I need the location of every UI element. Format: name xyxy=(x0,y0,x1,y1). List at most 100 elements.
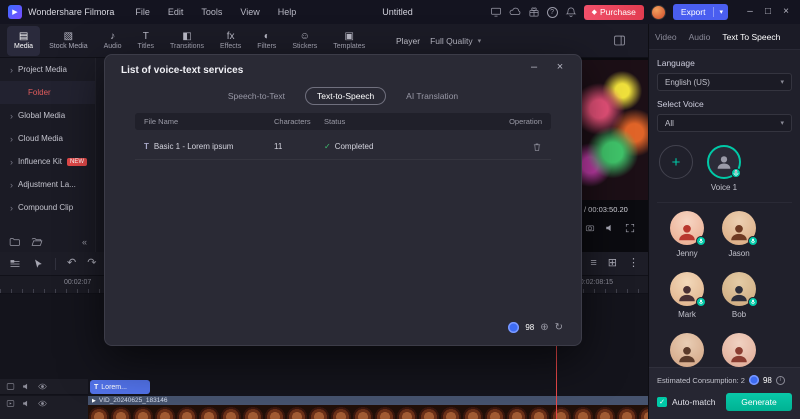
tab-templates[interactable]: ▣ Templates xyxy=(326,26,372,56)
divider xyxy=(55,258,56,270)
auto-match-label: Auto-match xyxy=(672,397,715,407)
person-icon xyxy=(676,343,698,365)
voice-jason[interactable]: Jason xyxy=(713,211,765,258)
panel-layout-icon[interactable] xyxy=(613,34,626,47)
templates-icon: ▣ xyxy=(344,31,353,42)
language-dropdown[interactable]: English (US) ▾ xyxy=(657,73,792,91)
undo-icon[interactable]: ↶ xyxy=(67,258,76,269)
open-folder-icon[interactable] xyxy=(31,236,43,248)
filmora-logo-icon: ▶ xyxy=(8,5,22,19)
notification-bell-icon[interactable] xyxy=(565,6,577,18)
check-icon: ✓ xyxy=(324,142,331,151)
voice-mark[interactable]: Mark xyxy=(661,272,713,319)
titlebar: ▶ Wondershare Filmora File Edit Tools Vi… xyxy=(0,0,800,24)
voice-partial-1[interactable] xyxy=(661,333,713,367)
help-icon[interactable]: ? xyxy=(547,7,558,18)
dialog-minimize-icon[interactable]: – xyxy=(527,61,541,73)
tab-video[interactable]: Video xyxy=(649,24,683,49)
menu-help[interactable]: Help xyxy=(269,0,306,24)
voice-partial-2[interactable] xyxy=(713,333,765,367)
text-clip[interactable]: T Lorem... xyxy=(90,380,150,394)
filmora-app: ▶ Wondershare Filmora File Edit Tools Vi… xyxy=(0,0,800,419)
tab-ai-translation[interactable]: AI Translation xyxy=(394,87,470,105)
timeline-more-icon[interactable]: ⋮ xyxy=(628,258,639,269)
close-button[interactable]: × xyxy=(777,0,795,24)
sidebar-item-project-media[interactable]: › Project Media xyxy=(0,58,95,81)
video-clip[interactable]: ▶ VID_20240625_183146 xyxy=(88,396,648,419)
selected-voice[interactable]: Voice 1 xyxy=(707,145,741,192)
layout-icon[interactable] xyxy=(490,6,502,18)
voice-filter-dropdown[interactable]: All ▾ xyxy=(657,114,792,132)
chevron-right-icon: › xyxy=(10,203,13,213)
chevron-down-icon: ▾ xyxy=(780,78,784,86)
menu-file[interactable]: File xyxy=(126,0,159,24)
new-folder-icon[interactable] xyxy=(9,236,21,248)
maximize-button[interactable]: □ xyxy=(759,0,777,24)
auto-match-checkbox[interactable]: ✓ xyxy=(657,397,667,407)
credits-coin-icon xyxy=(749,375,759,385)
add-voice-button[interactable]: + xyxy=(659,145,693,179)
sidebar-item-adjustment-layer[interactable]: › Adjustment La... xyxy=(0,173,95,196)
track-manager-icon[interactable] xyxy=(9,258,21,270)
delete-icon[interactable] xyxy=(532,142,542,152)
menu-view[interactable]: View xyxy=(231,0,268,24)
tab-media[interactable]: ▤ Media xyxy=(7,26,40,56)
voice-jenny[interactable]: Jenny xyxy=(661,211,713,258)
sidebar-item-cloud-media[interactable]: › Cloud Media xyxy=(0,127,95,150)
refresh-icon[interactable]: ↻ xyxy=(555,322,563,333)
fullscreen-icon[interactable] xyxy=(625,223,635,233)
menu-tools[interactable]: Tools xyxy=(192,0,231,24)
status-text: Completed xyxy=(335,142,374,151)
tab-audio-panel[interactable]: Audio xyxy=(683,24,717,49)
select-voice-label: Select Voice xyxy=(657,99,792,109)
purchase-button[interactable]: ◆ Purchase xyxy=(584,5,644,20)
speaker-icon[interactable] xyxy=(605,223,615,233)
tab-stickers[interactable]: ☺ Stickers xyxy=(285,26,324,56)
table-row[interactable]: T Basic 1 - Lorem ipsum 11 ✓ Completed xyxy=(135,134,551,160)
preview-video[interactable] xyxy=(580,60,648,200)
mute-icon xyxy=(22,382,31,391)
redo-icon[interactable]: ↷ xyxy=(87,258,96,269)
tab-speech-to-text[interactable]: Speech-to-Text xyxy=(216,87,297,105)
quality-dropdown[interactable]: Full Quality ▾ xyxy=(430,36,481,46)
user-avatar[interactable] xyxy=(651,5,666,20)
minimize-button[interactable]: – xyxy=(741,0,759,24)
generate-button[interactable]: Generate xyxy=(726,393,792,411)
timeline-menu-icon[interactable]: ≡ xyxy=(590,258,596,269)
mic-badge-icon xyxy=(748,236,758,246)
app-name: Wondershare Filmora xyxy=(28,7,114,17)
tab-transitions[interactable]: ◧ Transitions xyxy=(163,26,211,56)
tab-titles[interactable]: T Titles xyxy=(131,26,161,56)
new-badge: NEW xyxy=(67,158,87,166)
tab-text-to-speech-dialog[interactable]: Text-to-Speech xyxy=(305,87,386,105)
sidebar-item-global-media[interactable]: › Global Media xyxy=(0,104,95,127)
visibility-icon xyxy=(38,399,47,408)
tab-filters[interactable]: ◐ Filters xyxy=(250,26,283,56)
voice-bob[interactable]: Bob xyxy=(713,272,765,319)
cloud-icon[interactable] xyxy=(509,6,521,18)
pointer-tool-icon[interactable] xyxy=(32,258,44,270)
chevron-down-icon: ▾ xyxy=(478,37,482,45)
tab-audio[interactable]: ♪ Audio xyxy=(97,26,129,56)
gift-icon[interactable] xyxy=(528,6,540,18)
info-icon[interactable]: i xyxy=(776,376,785,385)
sidebar-item-folder[interactable]: Folder xyxy=(0,81,95,104)
asset-toolbar: ▤ Media ▧ Stock Media ♪ Audio T Titles ◧… xyxy=(0,24,648,58)
video-clip-header: ▶ VID_20240625_183146 xyxy=(88,396,648,405)
collapse-sidebar-icon[interactable]: « xyxy=(82,237,87,247)
tab-stock-media[interactable]: ▧ Stock Media xyxy=(42,26,95,56)
dialog-close-icon[interactable]: × xyxy=(553,61,567,73)
snapshot-icon[interactable] xyxy=(585,223,595,233)
add-credits-icon[interactable]: ⊕ xyxy=(540,322,548,333)
menu-edit[interactable]: Edit xyxy=(159,0,193,24)
export-chevron-icon[interactable]: ▾ xyxy=(714,8,728,16)
export-button[interactable]: Export ▾ xyxy=(673,4,728,20)
tab-effects[interactable]: fx Effects xyxy=(213,26,248,56)
sidebar-item-influence-kit[interactable]: › Influence Kit NEW xyxy=(0,150,95,173)
timeline-zoom-fit-icon[interactable]: ⊞ xyxy=(608,258,617,269)
preview-timecode: / 00:03:50.20 xyxy=(584,205,628,214)
chevron-right-icon: › xyxy=(10,180,13,190)
tab-text-to-speech[interactable]: Text To Speech xyxy=(716,24,786,49)
credits-coin-icon xyxy=(508,322,519,333)
sidebar-item-compound-clip[interactable]: › Compound Clip xyxy=(0,196,95,219)
